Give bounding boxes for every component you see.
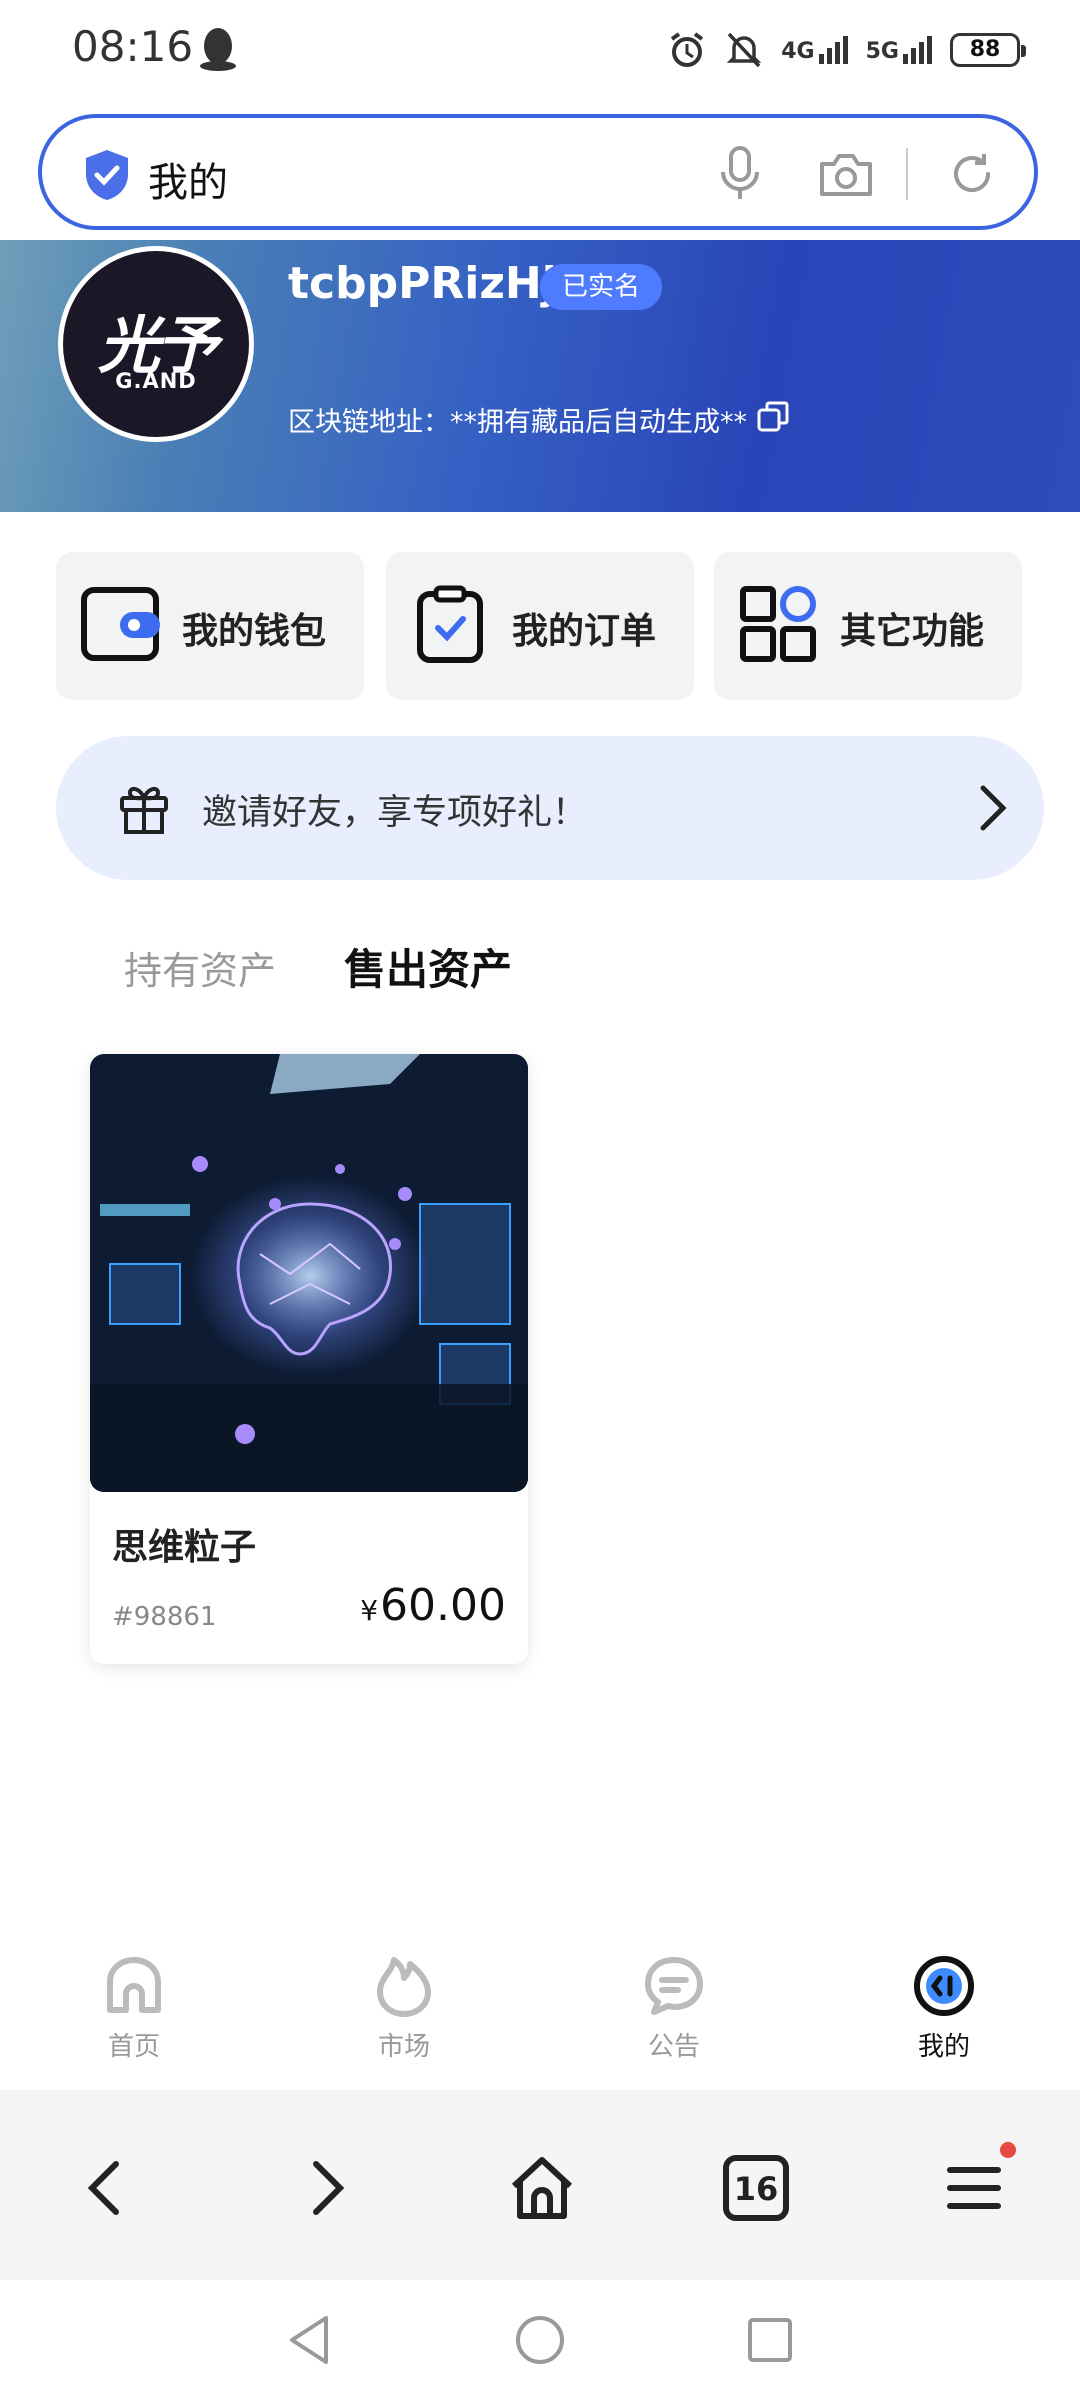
asset-card[interactable]: 思维粒子 #98861 ¥60.00 xyxy=(90,1054,528,1664)
asset-image xyxy=(90,1054,528,1492)
nav-back-icon[interactable] xyxy=(280,2310,340,2370)
chevron-left-icon xyxy=(87,2161,119,2215)
nav-home-icon[interactable] xyxy=(510,2310,570,2370)
signal-5g: 5G xyxy=(866,36,932,64)
alarm-icon xyxy=(671,32,704,67)
avatar[interactable]: 光予 G.AND xyxy=(58,246,254,442)
tab-sold-assets[interactable]: 售出资产 xyxy=(344,936,512,997)
wallet-icon xyxy=(81,587,160,661)
camera-icon[interactable] xyxy=(818,152,874,198)
tab-market[interactable]: 市场 xyxy=(334,1954,474,2074)
copy-icon[interactable] xyxy=(756,400,790,434)
chain-address: 区块链地址：**拥有藏品后自动生成** xyxy=(288,407,747,438)
announcement-icon xyxy=(645,1957,703,2015)
username: tcbpPRizHj xyxy=(288,258,557,309)
price-value: 60.00 xyxy=(380,1580,506,1631)
currency-symbol: ¥ xyxy=(360,1594,379,1627)
status-icons: 4G 5G 88 xyxy=(667,26,1026,74)
search-bar[interactable]: 我的 xyxy=(38,114,1038,230)
home-icon xyxy=(107,1957,161,2013)
hamburger-menu-icon xyxy=(947,2167,1001,2209)
avatar-logo-subtext: G.AND xyxy=(115,369,197,393)
orders-button[interactable]: 我的订单 xyxy=(386,552,694,700)
tab-count: 16 xyxy=(734,2170,779,2208)
search-divider xyxy=(906,148,908,200)
mute-bell-icon xyxy=(727,32,762,68)
profile-icon xyxy=(914,1956,974,2016)
browser-toolbar: 16 xyxy=(0,2090,1080,2280)
refresh-icon[interactable] xyxy=(948,150,996,198)
signal-4g: 4G xyxy=(781,36,848,64)
orders-label: 我的订单 xyxy=(512,611,657,652)
menu-button[interactable] xyxy=(938,2152,1010,2224)
tab-profile-label: 我的 xyxy=(917,2032,970,2062)
back-button[interactable] xyxy=(70,2152,142,2224)
qq-penguin-icon xyxy=(200,28,236,71)
chevron-right-icon xyxy=(313,2161,345,2215)
wallet-button[interactable]: 我的钱包 xyxy=(56,552,364,700)
chevron-right-icon xyxy=(980,785,1007,831)
tab-held-assets[interactable]: 持有资产 xyxy=(124,940,276,995)
nav-recents-icon[interactable] xyxy=(740,2310,800,2370)
system-navigation xyxy=(0,2280,1080,2400)
invite-banner[interactable]: 邀请好友，享专项好礼！ xyxy=(56,736,1044,880)
tabs-button[interactable]: 16 xyxy=(720,2152,792,2224)
asset-title: 思维粒子 xyxy=(112,1527,257,1568)
gift-icon xyxy=(120,786,168,834)
grid-apps-icon xyxy=(740,586,816,662)
tabs-count-icon: 16 xyxy=(723,2155,789,2221)
notification-dot xyxy=(1000,2142,1016,2158)
home-icon xyxy=(511,2157,573,2219)
more-functions-button[interactable]: 其它功能 xyxy=(714,552,1022,700)
bottom-tab-bar: 首页 市场 公告 我的 xyxy=(0,1940,1080,2090)
status-time: 08:16 xyxy=(72,22,194,71)
verified-badge: 已实名 xyxy=(540,264,663,310)
tab-announcement-label: 公告 xyxy=(647,2032,700,2062)
wallet-label: 我的钱包 xyxy=(182,611,327,652)
asset-id: #98861 xyxy=(112,1602,217,1632)
microphone-icon[interactable] xyxy=(718,146,762,202)
forward-button[interactable] xyxy=(290,2152,362,2224)
status-bar: 08:16 4G 5G 88 xyxy=(0,0,1080,100)
more-functions-label: 其它功能 xyxy=(840,611,985,652)
tab-home[interactable]: 首页 xyxy=(64,1954,204,2074)
asset-price: ¥60.00 xyxy=(360,1580,506,1631)
order-clipboard-icon xyxy=(417,585,483,663)
invite-text: 邀请好友，享专项好礼！ xyxy=(202,793,588,833)
tab-home-label: 首页 xyxy=(107,2032,160,2062)
tab-market-label: 市场 xyxy=(377,2032,430,2062)
shield-check-icon xyxy=(86,150,128,200)
market-flame-icon xyxy=(377,1957,431,2017)
battery-icon: 88 xyxy=(950,33,1026,67)
browser-home-button[interactable] xyxy=(506,2152,578,2224)
search-text[interactable]: 我的 xyxy=(148,150,228,208)
tab-profile[interactable]: 我的 xyxy=(874,1954,1014,2074)
tab-announcement[interactable]: 公告 xyxy=(604,1954,744,2074)
brain-artwork xyxy=(90,1054,528,1492)
